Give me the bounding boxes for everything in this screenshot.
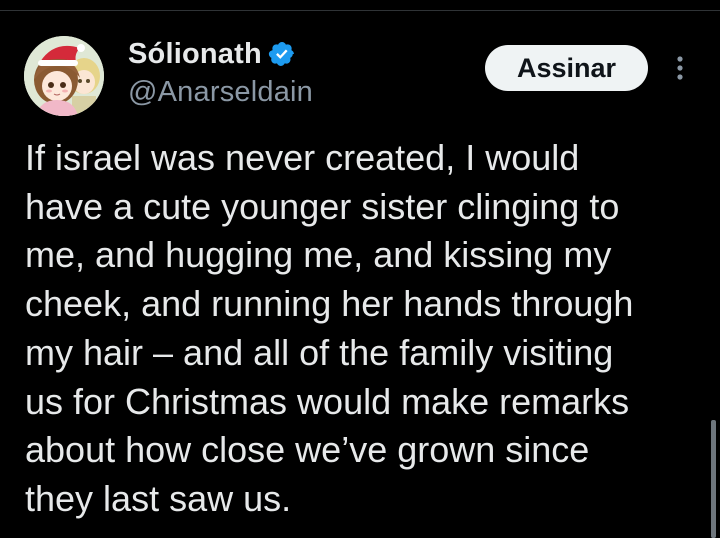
- scrollbar-thumb[interactable]: [711, 420, 716, 538]
- author-names: Sólionath @Anarseldain: [128, 36, 313, 109]
- handle[interactable]: @Anarseldain: [128, 76, 313, 109]
- display-name-row: Sólionath: [128, 36, 313, 72]
- avatar[interactable]: [24, 36, 104, 116]
- display-name[interactable]: Sólionath: [128, 38, 262, 71]
- subscribe-button[interactable]: Assinar: [485, 45, 648, 91]
- verified-badge-icon: [268, 40, 296, 68]
- avatar-image: [24, 36, 104, 116]
- tweet-header: Sólionath @Anarseldain Assinar: [0, 0, 720, 130]
- more-options-button[interactable]: [664, 52, 696, 84]
- more-vertical-icon: [677, 56, 683, 80]
- tweet-text: If israel was never created, I would hav…: [25, 137, 634, 519]
